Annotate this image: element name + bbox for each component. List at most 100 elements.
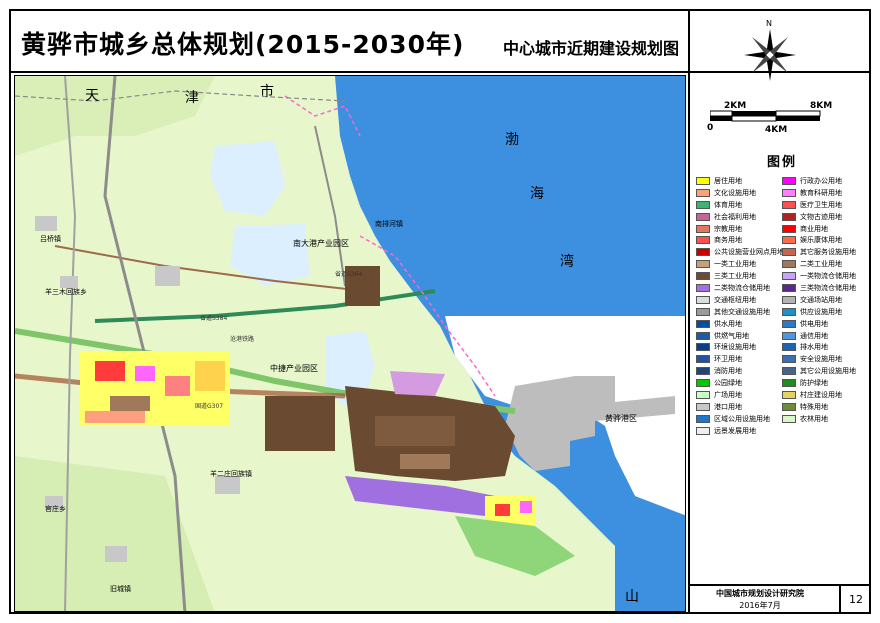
legend-item-label: 文化设施用地: [714, 188, 756, 197]
legend-swatch: [782, 402, 796, 411]
page-number: 12: [839, 586, 871, 614]
label-jiuzhuang: 旧城镇: [110, 584, 131, 593]
legend-swatch: [782, 307, 796, 316]
legend-item: 商业用地: [782, 223, 868, 235]
legend-swatch: [782, 224, 796, 233]
sidebar-panel: N 0 2KM 4KM 8KM 图例 居住用地 行政办公用地 文化设施用地 教育…: [688, 11, 871, 614]
legend-item: 公共设施营业网点用地: [696, 246, 782, 258]
legend-item-label: 宗教用地: [714, 224, 742, 233]
map-sheet: 黄骅市城乡总体规划(2015-2030年) 中心城市近期建设规划图 天 津 市 …: [9, 9, 871, 614]
legend-item: 二类工业用地: [782, 258, 868, 270]
legend-swatch: [782, 176, 796, 185]
legend-item: 排水用地: [782, 341, 868, 353]
industrial-block: [375, 416, 455, 446]
land-use-map[interactable]: 天 津 市 渤 海 湾 山 南大港产业园区 中捷产业园区 黄骅港区 吕桥镇 羊三…: [14, 75, 686, 612]
legend-swatch: [696, 402, 710, 411]
legend-swatch: [696, 379, 710, 388]
legend-item-label: 通信用地: [800, 331, 828, 340]
village: [35, 216, 57, 231]
legend-item-label: 防护绿地: [800, 379, 828, 388]
north-arrow: N: [730, 17, 810, 87]
legend-swatch: [782, 188, 796, 197]
legend-swatch: [696, 260, 710, 269]
industrial-block-light: [400, 454, 450, 469]
legend-swatch: [782, 260, 796, 269]
legend-swatch: [782, 319, 796, 328]
legend-item-label: 排水用地: [800, 343, 828, 352]
legend-item: 港口用地: [696, 401, 782, 413]
legend-item-label: 医疗卫生用地: [800, 200, 842, 209]
legend-item-label: 特殊用地: [800, 402, 828, 411]
label-road-s364: 省道S364: [335, 270, 362, 278]
legend-item-label: 居住用地: [714, 176, 742, 185]
legend-item-label: 区域公用设施用地: [714, 414, 770, 423]
legend-swatch: [782, 379, 796, 388]
legend-swatch: [782, 367, 796, 376]
legend-item: 娱乐康体用地: [782, 234, 868, 246]
urban-business: [165, 376, 190, 396]
legend-swatch: [696, 176, 710, 185]
legend: 图例 居住用地 行政办公用地 文化设施用地 教育科研用地 体育用地 医疗卫生用地 社会福利用…: [696, 147, 868, 581]
urban-industry: [110, 396, 150, 411]
label-road-g307: 国道G307: [195, 402, 223, 410]
legend-item: 特殊用地: [782, 401, 868, 413]
label-tianjin-jin: 津: [185, 90, 199, 106]
legend-item: 宗教用地: [696, 223, 782, 235]
legend-item-label: 其它服务设施用地: [800, 248, 856, 257]
legend-item-label: 远景发展用地: [714, 426, 756, 435]
legend-swatch: [696, 236, 710, 245]
legend-item: 行政办公用地: [782, 175, 868, 187]
legend-swatch: [782, 236, 796, 245]
legend-swatch: [696, 283, 710, 292]
label-tianjin-tian: 天: [85, 88, 99, 104]
label-port: 黄骅港区: [605, 413, 637, 423]
legend-item: 三类物流仓储用地: [782, 282, 868, 294]
label-lvqiao: 吕桥镇: [40, 234, 61, 243]
legend-item-label: 商务用地: [714, 236, 742, 245]
legend-item: 其他交通设施用地: [696, 306, 782, 318]
legend-swatch: [696, 367, 710, 376]
legend-item-label: 社会福利用地: [714, 212, 756, 221]
legend-item-label: 港口用地: [714, 402, 742, 411]
legend-item-label: 教育科研用地: [800, 188, 842, 197]
legend-item-label: 文物古迹用地: [800, 212, 842, 221]
legend-item-label: 其他交通设施用地: [714, 307, 770, 316]
legend-item-label: 供水用地: [714, 319, 742, 328]
legend-item: 通信用地: [782, 330, 868, 342]
scale-label-2km: 2KM: [724, 101, 747, 111]
urban-residential-east: [195, 361, 225, 391]
urban-education: [135, 366, 155, 381]
legend-item: 教育科研用地: [782, 187, 868, 199]
footer: 中国城市规划设计研究院 2016年7月 12: [690, 584, 871, 614]
legend-item-label: 供燃气用地: [714, 331, 749, 340]
urban-commercial: [95, 361, 125, 381]
label-railway: 沧港铁路: [230, 335, 254, 343]
legend-item: 交通枢纽用地: [696, 294, 782, 306]
legend-item-label: 三类物流仓储用地: [800, 283, 856, 292]
legend-item: 医疗卫生用地: [782, 199, 868, 211]
legend-swatch: [782, 248, 796, 257]
legend-swatch: [696, 426, 710, 435]
legend-swatch: [782, 355, 796, 364]
legend-item: 文化设施用地: [696, 187, 782, 199]
page-title: 黄骅市城乡总体规划(2015-2030年): [21, 30, 465, 59]
legend-item-label: 环卫用地: [714, 355, 742, 364]
legend-item-label: 行政办公用地: [800, 176, 842, 185]
legend-item-label: 安全设施用地: [800, 355, 842, 364]
legend-item-label: 公园绿地: [714, 379, 742, 388]
label-yangerzhuang: 羊二庄回族镇: [210, 469, 252, 478]
legend-item: 居住用地: [696, 175, 782, 187]
label-road-s384: 省道S384: [200, 314, 227, 322]
village: [60, 276, 78, 288]
publish-date: 2016年7月: [739, 601, 781, 610]
legend-swatch: [782, 200, 796, 209]
legend-item-label: 商业用地: [800, 224, 828, 233]
compass-north-label: N: [766, 19, 772, 28]
map-canvas: 天 津 市 渤 海 湾 山 南大港产业园区 中捷产业园区 黄骅港区 吕桥镇 羊三…: [15, 76, 685, 611]
institute-name: 中国城市规划设计研究院: [716, 589, 804, 598]
legend-item-label: 体育用地: [714, 200, 742, 209]
legend-item: 供应设施用地: [782, 306, 868, 318]
legend-item-label: 交通枢纽用地: [714, 295, 756, 304]
legend-item-label: 供应设施用地: [800, 307, 842, 316]
legend-swatch: [696, 248, 710, 257]
